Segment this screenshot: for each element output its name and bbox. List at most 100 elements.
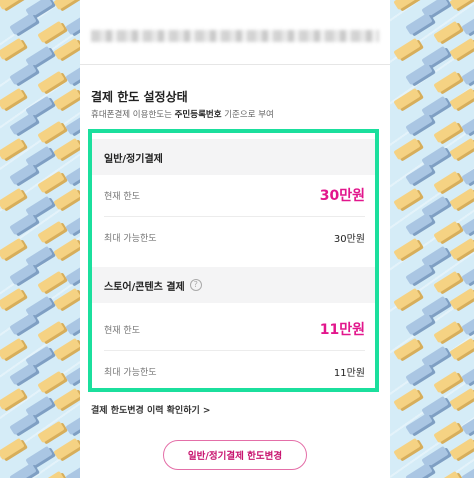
pattern-tile [433, 170, 461, 194]
store-max-limit-row: 최대 가능한도 11만원 [104, 355, 365, 387]
pattern-tile [37, 470, 65, 478]
pattern-tile [393, 87, 421, 111]
pattern-tile [405, 412, 433, 436]
pattern-tile [393, 337, 421, 361]
change-limit-button[interactable]: 일반/정기결제 한도변경 [163, 440, 307, 470]
blurred-header-text [91, 30, 379, 42]
pattern-tile [433, 20, 461, 44]
pattern-tile [9, 12, 37, 36]
pattern-tile [461, 162, 474, 186]
store-current-label: 현재 한도 [104, 325, 140, 336]
pattern-tile [461, 412, 474, 436]
background-pattern-right [390, 0, 474, 478]
pattern-tile [9, 112, 37, 136]
pattern-tile [53, 87, 80, 111]
pattern-tile [37, 120, 65, 144]
pattern-tile [65, 212, 80, 236]
pattern-tile [461, 262, 474, 286]
pattern-tile [461, 12, 474, 36]
pattern-tile [37, 70, 65, 94]
pattern-tile [405, 362, 433, 386]
pattern-tile [53, 187, 80, 211]
pattern-tile [9, 462, 37, 478]
pattern-tile [393, 237, 421, 261]
pattern-tile [37, 270, 65, 294]
pattern-tile [9, 412, 37, 436]
pattern-tile [37, 20, 65, 44]
pattern-tile [405, 312, 433, 336]
general-current-limit-row: 현재 한도 30만원 [104, 179, 365, 211]
pattern-tile [65, 12, 80, 36]
general-max-value: 30만원 [333, 233, 365, 245]
pattern-tile [0, 237, 25, 261]
pattern-tile [461, 362, 474, 386]
background-pattern-left [0, 0, 80, 478]
store-max-value: 11만원 [333, 367, 365, 379]
row-divider [104, 216, 365, 217]
pattern-tile [461, 312, 474, 336]
pattern-tile [393, 137, 421, 161]
pattern-tile [461, 112, 474, 136]
pattern-tile [0, 37, 25, 61]
pattern-tile [0, 437, 25, 461]
pattern-tile [433, 470, 461, 478]
limit-highlight-box: 일반/정기결제 현재 한도 30만원 최대 가능한도 30만원 스토어/콘텐츠 … [88, 129, 379, 392]
limit-history-link[interactable]: 결제 한도변경 이력 확인하기 > [91, 403, 210, 416]
pattern-tile [9, 62, 37, 86]
pattern-tile [405, 112, 433, 136]
pattern-tile [449, 337, 474, 361]
pattern-tile [53, 337, 80, 361]
pattern-tile [461, 212, 474, 236]
pattern-tile [449, 387, 474, 411]
pattern-tile [449, 237, 474, 261]
pattern-tile [0, 387, 25, 411]
header-divider [80, 64, 390, 65]
pattern-tile [461, 462, 474, 478]
pattern-tile [53, 37, 80, 61]
pattern-tile [53, 437, 80, 461]
store-current-value: 11만원 [319, 322, 365, 338]
pattern-tile [393, 37, 421, 61]
pattern-tile [37, 170, 65, 194]
pattern-tile [65, 462, 80, 478]
pattern-tile [53, 137, 80, 161]
pattern-tile [393, 0, 421, 11]
pattern-tile [405, 462, 433, 478]
pattern-tile [449, 187, 474, 211]
row-divider [104, 350, 365, 351]
store-current-limit-row: 현재 한도 11만원 [104, 313, 365, 345]
pattern-tile [449, 37, 474, 61]
pattern-tile [65, 162, 80, 186]
pattern-tile [53, 387, 80, 411]
pattern-tile [0, 287, 25, 311]
limit-status-title: 결제 한도 설정상태 [91, 90, 188, 104]
help-icon[interactable]: ? [189, 279, 202, 291]
pattern-tile [449, 437, 474, 461]
pattern-tile [9, 362, 37, 386]
pattern-tile [393, 187, 421, 211]
general-current-value: 30만원 [319, 188, 365, 204]
pattern-tile [65, 312, 80, 336]
pattern-tile [53, 237, 80, 261]
pattern-tile [405, 12, 433, 36]
pattern-tile [65, 112, 80, 136]
pattern-tile [0, 187, 25, 211]
pattern-tile [433, 270, 461, 294]
pattern-tile [405, 62, 433, 86]
pattern-tile [433, 120, 461, 144]
general-max-label: 최대 가능한도 [104, 233, 157, 244]
pattern-tile [393, 437, 421, 461]
pattern-tile [461, 62, 474, 86]
pattern-tile [9, 212, 37, 236]
general-current-label: 현재 한도 [104, 191, 140, 202]
pattern-tile [9, 162, 37, 186]
pattern-tile [405, 262, 433, 286]
pattern-tile [37, 320, 65, 344]
pattern-tile [433, 420, 461, 444]
pattern-tile [9, 312, 37, 336]
store-max-label: 최대 가능한도 [104, 367, 157, 378]
pattern-tile [37, 370, 65, 394]
pattern-tile [65, 412, 80, 436]
pattern-tile [405, 162, 433, 186]
pattern-tile [433, 220, 461, 244]
